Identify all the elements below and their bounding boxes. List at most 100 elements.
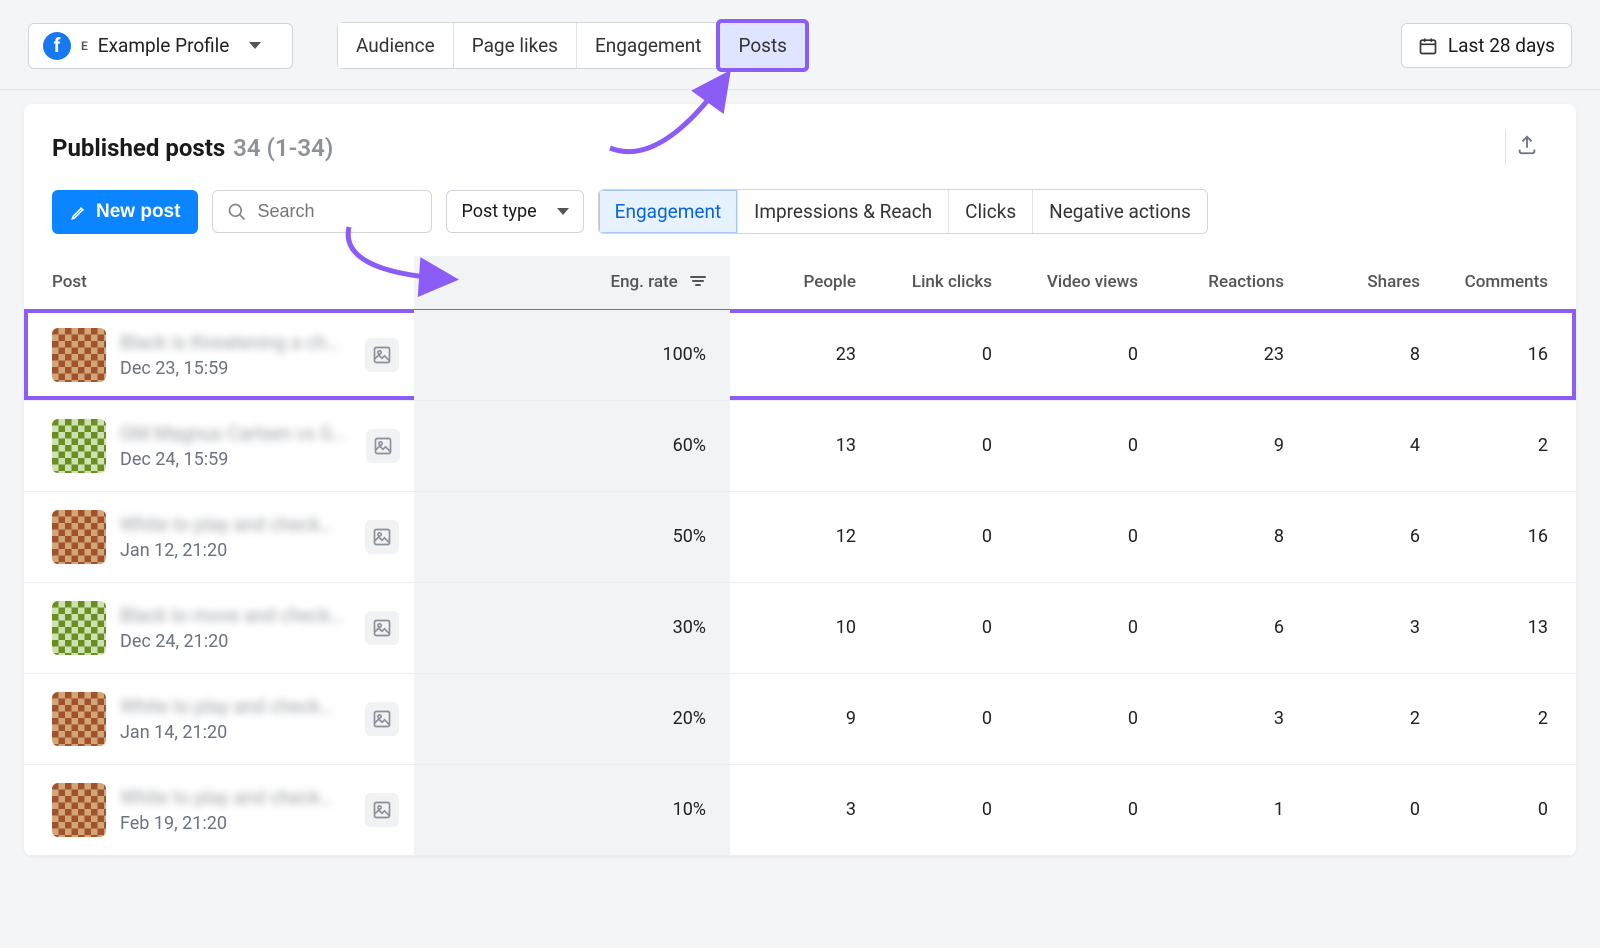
cell-reactions: 23 <box>1148 309 1294 400</box>
search-icon <box>227 202 247 222</box>
new-post-button[interactable]: New post <box>52 190 198 234</box>
post-thumbnail <box>52 328 106 382</box>
profile-selector[interactable]: f E Example Profile <box>28 23 293 69</box>
cell-comments: 16 <box>1430 309 1576 400</box>
cell-link-clicks: 0 <box>866 400 1002 491</box>
cell-video-views: 0 <box>1002 309 1148 400</box>
table-row[interactable]: Black is threatening a ch… Dec 23, 15:59 1… <box>24 309 1576 400</box>
post-title: Black to move and check… <box>120 604 345 627</box>
tab-engagement[interactable]: Engagement <box>577 23 721 68</box>
post-thumbnail <box>52 783 106 837</box>
post-thumbnail <box>52 419 106 473</box>
search-box[interactable] <box>212 190 432 233</box>
image-type-icon <box>365 338 399 372</box>
cell-people: 10 <box>730 582 866 673</box>
card-count: 34 (1-34) <box>233 134 333 162</box>
cell-people: 3 <box>730 764 866 855</box>
cell-link-clicks: 0 <box>866 582 1002 673</box>
table-row[interactable]: GM Magnus Carlsen vs G…Dec 24, 15:5960%1… <box>24 400 1576 491</box>
top-bar: f E Example Profile Audience Page likes … <box>0 0 1600 90</box>
published-posts-card: Published posts 34 (1-34) New post Post … <box>24 104 1576 856</box>
new-post-label: New post <box>96 201 180 223</box>
col-post[interactable]: Post <box>24 256 414 309</box>
segment-negative[interactable]: Negative actions <box>1033 190 1207 233</box>
cell-shares: 3 <box>1294 582 1430 673</box>
tab-posts[interactable]: Posts <box>720 23 805 68</box>
cell-link-clicks: 0 <box>866 309 1002 400</box>
post-date: Feb 19, 21:20 <box>120 813 345 834</box>
cell-comments: 0 <box>1430 764 1576 855</box>
cell-eng-rate: 100% <box>414 309 730 400</box>
col-video-views[interactable]: Video views <box>1002 256 1148 309</box>
image-type-icon <box>365 611 399 645</box>
cell-people: 13 <box>730 400 866 491</box>
tab-audience[interactable]: Audience <box>338 23 454 68</box>
col-reactions[interactable]: Reactions <box>1148 256 1294 309</box>
col-shares[interactable]: Shares <box>1294 256 1430 309</box>
cell-shares: 6 <box>1294 491 1430 582</box>
controls-row: New post Post type Engagement Impression… <box>24 179 1576 256</box>
chevron-down-icon <box>557 208 569 215</box>
tab-page-likes[interactable]: Page likes <box>454 23 577 68</box>
cell-comments: 16 <box>1430 491 1576 582</box>
cell-shares: 8 <box>1294 309 1430 400</box>
post-title: White to play and check… <box>120 786 345 809</box>
post-title: Black is threatening a ch… <box>120 331 345 354</box>
cell-eng-rate: 50% <box>414 491 730 582</box>
cell-people: 9 <box>730 673 866 764</box>
segment-impressions[interactable]: Impressions & Reach <box>738 190 949 233</box>
cell-reactions: 3 <box>1148 673 1294 764</box>
cell-reactions: 6 <box>1148 582 1294 673</box>
post-title: White to play and check… <box>120 513 345 536</box>
segment-clicks[interactable]: Clicks <box>949 190 1033 233</box>
post-title: GM Magnus Carlsen vs G… <box>120 422 346 445</box>
col-link-clicks[interactable]: Link clicks <box>866 256 1002 309</box>
segment-engagement[interactable]: Engagement <box>599 190 739 233</box>
nav-tabs: Audience Page likes Engagement Posts <box>337 22 806 69</box>
post-thumbnail <box>52 692 106 746</box>
image-type-icon <box>365 793 399 827</box>
card-header: Published posts 34 (1-34) <box>24 104 1576 179</box>
cell-comments: 2 <box>1430 400 1576 491</box>
table-row[interactable]: White to play and check…Jan 14, 21:2020%… <box>24 673 1576 764</box>
post-date: Jan 14, 21:20 <box>120 722 345 743</box>
image-type-icon <box>365 520 399 554</box>
table-row[interactable]: White to play and check… Jan 12, 21:20 50%… <box>24 491 1576 582</box>
cell-comments: 13 <box>1430 582 1576 673</box>
table-header-row: Post Eng. rate People Link clicks Video … <box>24 256 1576 309</box>
pencil-icon <box>70 203 88 221</box>
col-people[interactable]: People <box>730 256 866 309</box>
col-eng-rate[interactable]: Eng. rate <box>414 256 730 309</box>
image-type-icon <box>366 429 400 463</box>
export-icon[interactable] <box>1505 130 1548 165</box>
col-comments[interactable]: Comments <box>1430 256 1576 309</box>
post-date: Jan 12, 21:20 <box>120 540 345 561</box>
post-type-label: Post type <box>461 201 536 222</box>
cell-shares: 0 <box>1294 764 1430 855</box>
search-input[interactable] <box>257 201 407 222</box>
cell-eng-rate: 30% <box>414 582 730 673</box>
posts-table: Post Eng. rate People Link clicks Video … <box>24 256 1576 856</box>
facebook-icon: f <box>43 32 71 60</box>
table-row[interactable]: White to play and check…Feb 19, 21:2010%… <box>24 764 1576 855</box>
cell-video-views: 0 <box>1002 673 1148 764</box>
table-row[interactable]: Black to move and check… Dec 24, 21:20 30%… <box>24 582 1576 673</box>
cell-eng-rate: 20% <box>414 673 730 764</box>
post-type-dropdown[interactable]: Post type <box>446 190 583 233</box>
cell-people: 23 <box>730 309 866 400</box>
cell-link-clicks: 0 <box>866 673 1002 764</box>
date-range-picker[interactable]: Last 28 days <box>1401 23 1572 68</box>
cell-shares: 2 <box>1294 673 1430 764</box>
cell-reactions: 9 <box>1148 400 1294 491</box>
post-date: Dec 23, 15:59 <box>120 358 345 379</box>
post-date: Dec 24, 21:20 <box>120 631 345 652</box>
profile-label: Example Profile <box>98 34 230 57</box>
chevron-down-icon <box>249 42 261 49</box>
cell-video-views: 0 <box>1002 400 1148 491</box>
cell-reactions: 8 <box>1148 491 1294 582</box>
post-thumbnail <box>52 601 106 655</box>
date-range-label: Last 28 days <box>1448 34 1555 57</box>
cell-people: 12 <box>730 491 866 582</box>
cell-video-views: 0 <box>1002 764 1148 855</box>
cell-comments: 2 <box>1430 673 1576 764</box>
